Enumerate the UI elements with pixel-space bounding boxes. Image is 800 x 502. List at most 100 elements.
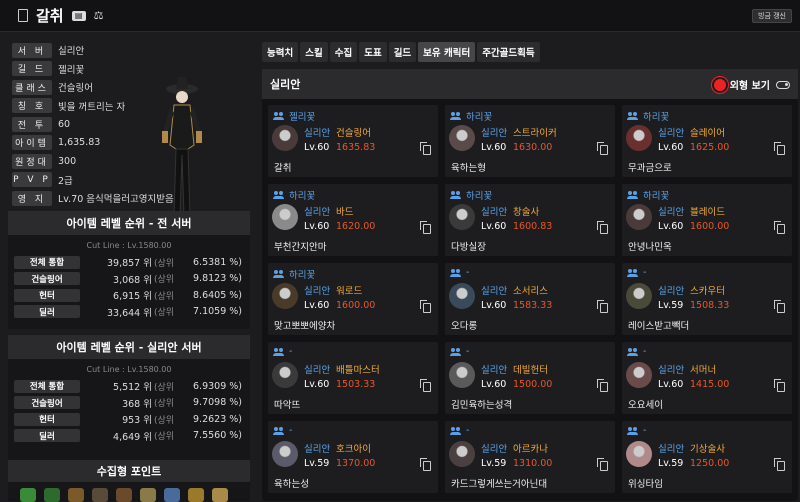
copy-icon[interactable] — [420, 221, 431, 234]
orpheus-star-icon[interactable] — [212, 488, 228, 502]
copy-icon[interactable] — [420, 142, 431, 155]
character-item-level: 1620.00 — [336, 221, 376, 232]
copy-icon[interactable] — [774, 221, 785, 234]
guild-name: 하리꽃 — [289, 270, 316, 281]
guild-tag: - — [273, 425, 293, 436]
giant-heart-icon[interactable] — [92, 488, 108, 502]
character-item-level: 1503.33 — [336, 379, 376, 390]
guild-tag: 하리꽃 — [627, 188, 669, 202]
character-server: 실리안 — [658, 365, 685, 376]
profile-value: 건슬링어 — [58, 83, 93, 94]
bookmark-icon[interactable] — [18, 9, 28, 22]
character-card[interactable]: - 실리안 스카우터 Lv.59 1508.33 레이스받고빽더 — [622, 263, 792, 335]
character-card[interactable]: - 실리안 호크아이 Lv.59 1370.00 육하는성 — [268, 421, 438, 493]
character-card[interactable]: 하리꽃 실리안 창술사 Lv.60 1600.83 다방실장 — [445, 184, 615, 256]
character-name: 갈취 — [274, 163, 292, 174]
character-server: 실리안 — [304, 128, 331, 139]
character-item-level: 1600.00 — [336, 300, 376, 311]
character-item-level: 1635.83 — [336, 142, 376, 153]
character-card[interactable]: - 실리안 아르카나 Lv.59 1310.00 카드그렇게쓰는거아닌대 — [445, 421, 615, 493]
people-icon — [273, 347, 284, 356]
appearance-toggle[interactable]: 외형 보기 — [713, 77, 790, 92]
character-avatar — [449, 283, 475, 309]
copy-icon[interactable] — [774, 379, 785, 392]
tab-4[interactable]: 길드 — [388, 42, 417, 62]
character-server: 실리안 — [481, 365, 508, 376]
rank-row: 건슬링어 3,068 위 (상위 9.8123 %) — [8, 271, 250, 288]
voyage-icon[interactable] — [164, 488, 180, 502]
tab-6[interactable]: 주간골드획득 — [477, 42, 540, 62]
tab-0[interactable]: 능력치 — [262, 42, 299, 62]
character-avatar — [626, 204, 652, 230]
character-level: Lv.59 — [481, 458, 507, 469]
copy-icon[interactable] — [597, 221, 608, 234]
tab-2[interactable]: 수집 — [329, 42, 358, 62]
copy-icon[interactable] — [597, 379, 608, 392]
island-heart-icon[interactable] — [44, 488, 60, 502]
rank-top-text: (상위 — [153, 291, 175, 302]
rank-position: 33,644 위 — [106, 307, 152, 319]
rank-position: 3,068 위 — [113, 274, 152, 286]
character-avatar — [272, 441, 298, 467]
character-name: 레이스받고빽더 — [628, 321, 690, 332]
rank-percent: 7.1059 %) — [193, 306, 242, 318]
copy-icon[interactable] — [597, 300, 608, 313]
character-card[interactable]: 하리꽃 실리안 블레이드 Lv.60 1600.00 안녕나민옥 — [622, 184, 792, 256]
copy-icon[interactable] — [420, 458, 431, 471]
tab-bar: 능력치 스킬 수집 도표 길드 보유 캐릭터 주간골드획득 — [262, 42, 800, 62]
great-art-icon[interactable] — [68, 488, 84, 502]
character-card[interactable]: - 실리안 소서리스 Lv.60 1583.33 오다롱 — [445, 263, 615, 335]
character-card[interactable]: 하리꽃 실리안 바드 Lv.60 1620.00 부천간지안마 — [268, 184, 438, 256]
ignea-token-icon[interactable] — [116, 488, 132, 502]
copy-icon[interactable] — [774, 300, 785, 313]
character-card[interactable]: - 실리안 서머너 Lv.60 1415.00 오요세이 — [622, 342, 792, 414]
copy-icon[interactable] — [774, 458, 785, 471]
character-class: 블레이드 — [690, 207, 725, 218]
character-card[interactable]: 하리꽃 실리안 슬레이어 Lv.60 1625.00 무과금으로 — [622, 105, 792, 177]
guild-tag: - — [450, 267, 470, 278]
character-level: Lv.60 — [481, 221, 507, 232]
character-name: 따악뜨 — [274, 400, 301, 411]
character-avatar — [626, 125, 652, 151]
copy-icon[interactable] — [597, 142, 608, 155]
character-server: 실리안 — [304, 207, 331, 218]
guild-tag: - — [450, 346, 469, 357]
guild-name: - — [289, 425, 293, 436]
character-level: Lv.59 — [658, 300, 684, 311]
scale-icon[interactable]: ⚖ — [92, 9, 106, 22]
guild-tag: 하리꽃 — [450, 109, 492, 123]
character-class: 서머너 — [690, 365, 717, 376]
character-level: Lv.60 — [304, 379, 330, 390]
guild-name: - — [466, 267, 470, 278]
tab-5[interactable]: 보유 캐릭터 — [418, 42, 476, 62]
character-card[interactable]: - 실리안 배틀마스터 Lv.60 1503.33 따악뜨 — [268, 342, 438, 414]
id-card-icon[interactable]: ▤ — [71, 10, 86, 21]
rank-top-text: (상위 — [153, 399, 175, 410]
character-name: 오다롱 — [451, 321, 478, 332]
copy-icon[interactable] — [420, 300, 431, 313]
character-card[interactable]: 하리꽃 실리안 스트라이커 Lv.60 1630.00 육하는형 — [445, 105, 615, 177]
rank-position: 39,857 위 — [106, 258, 152, 270]
rank-server-cutline: Cut Line : Lv.1580.00 — [86, 365, 172, 374]
character-card[interactable]: - 실리안 데빌헌터 Lv.60 1500.00 김민육하는성격 — [445, 342, 615, 414]
copy-icon[interactable] — [774, 142, 785, 155]
profile-label: 영 지 — [12, 190, 52, 206]
character-card[interactable]: 젤리꽃 실리안 건슬링어 Lv.60 1635.83 갈취 — [268, 105, 438, 177]
people-icon — [273, 112, 284, 120]
tab-3[interactable]: 도표 — [359, 42, 387, 62]
copy-icon[interactable] — [597, 458, 608, 471]
tab-1[interactable]: 스킬 — [300, 42, 328, 62]
rank-top-text: (상위 — [153, 415, 175, 426]
rank-category: 전체 통합 — [14, 379, 80, 393]
character-avatar — [272, 125, 298, 151]
adventure-book-icon[interactable] — [140, 488, 156, 502]
toggle-switch-icon[interactable] — [776, 80, 790, 89]
mokoko-seed-icon[interactable] — [20, 488, 36, 502]
copy-icon[interactable] — [420, 379, 431, 392]
world-tree-icon[interactable] — [188, 488, 204, 502]
refresh-button[interactable]: 빙금 갱신 — [752, 9, 792, 23]
character-class: 소서리스 — [513, 286, 548, 297]
character-card[interactable]: - 실리안 기상술사 Lv.59 1250.00 위싱타임 — [622, 421, 792, 493]
character-level: Lv.59 — [304, 458, 330, 469]
character-card[interactable]: 하리꽃 실리안 워로드 Lv.60 1600.00 맞고뽀뽀에양차 — [268, 263, 438, 335]
